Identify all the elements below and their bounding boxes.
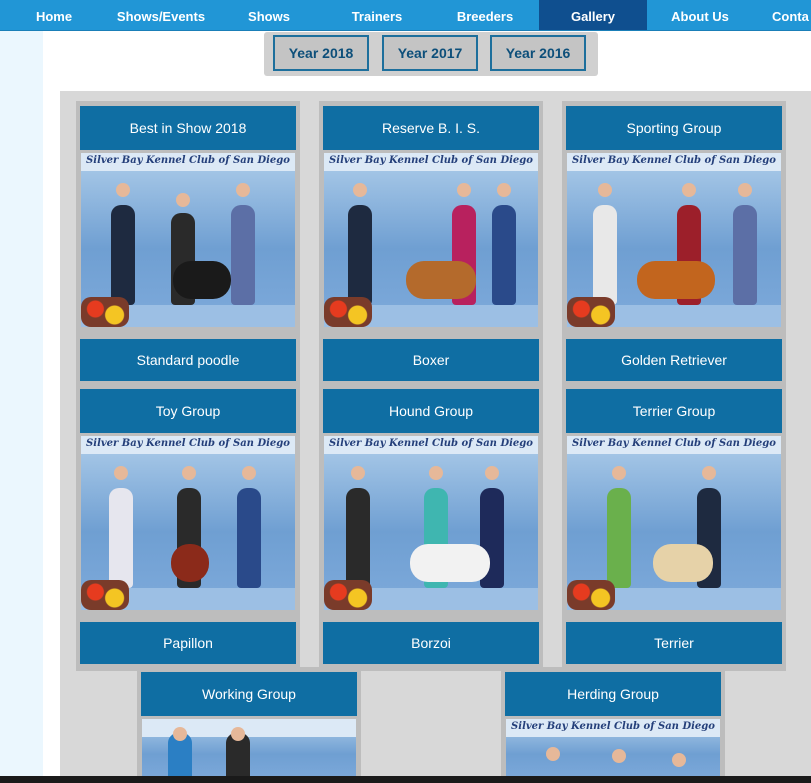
nav-trainers[interactable]: Trainers <box>336 0 418 30</box>
gallery-card[interactable]: Sporting Group Silver Bay Kennel Club of… <box>562 101 786 388</box>
person-figure <box>231 205 255 305</box>
person-head <box>546 747 560 761</box>
person-figure <box>237 488 261 588</box>
card-breed-label: Terrier <box>566 622 782 664</box>
banner-text: Silver Bay Kennel Club of San Diego <box>86 155 290 166</box>
person-head <box>485 466 499 480</box>
card-title: Toy Group <box>80 389 296 433</box>
year-2016-button[interactable]: Year 2016 <box>490 35 586 71</box>
bottom-edge-bar <box>0 776 811 783</box>
banner-text: Silver Bay Kennel Club of San Diego <box>329 438 533 449</box>
nav-breeders[interactable]: Breeders <box>444 0 526 30</box>
dog-figure <box>653 544 713 582</box>
person-head <box>353 183 367 197</box>
card-title: Sporting Group <box>566 106 782 150</box>
nav-about-us[interactable]: About Us <box>664 0 736 30</box>
person-head <box>173 727 187 741</box>
flower-arrangement <box>567 297 615 327</box>
nav-home[interactable]: Home <box>20 0 88 30</box>
person-figure <box>111 205 135 305</box>
award-photo[interactable]: Silver Bay Kennel Club of San Diego <box>324 436 538 610</box>
gallery-card[interactable]: Terrier Group Silver Bay Kennel Club of … <box>562 384 786 671</box>
card-title: Hound Group <box>323 389 539 433</box>
banner-text: Silver Bay Kennel Club of San Diego <box>329 155 533 166</box>
year-tab-bar: Year 2018 Year 2017 Year 2016 <box>264 32 598 76</box>
flower-arrangement <box>81 297 129 327</box>
person-head <box>116 183 130 197</box>
dog-figure <box>171 544 209 582</box>
person-head <box>497 183 511 197</box>
nav-gallery[interactable]: Gallery <box>539 0 647 30</box>
award-photo[interactable]: Silver Bay Kennel Club of San Diego <box>324 153 538 327</box>
top-nav: Home Shows/Events Shows Trainers Breeder… <box>0 0 811 31</box>
person-head <box>176 193 190 207</box>
flower-arrangement <box>324 580 372 610</box>
flower-arrangement <box>81 580 129 610</box>
gallery-card[interactable]: Toy Group Silver Bay Kennel Club of San … <box>76 384 300 671</box>
banner-text: Silver Bay Kennel Club of San Diego <box>572 438 776 449</box>
dog-figure <box>637 261 715 299</box>
award-photo[interactable]: Silver Bay Kennel Club of San Diego <box>506 719 720 783</box>
banner-text: Silver Bay Kennel Club of San Diego <box>511 721 715 732</box>
gallery-card[interactable]: Best in Show 2018 Silver Bay Kennel Club… <box>76 101 300 388</box>
person-head <box>702 466 716 480</box>
card-title: Reserve B. I. S. <box>323 106 539 150</box>
flower-arrangement <box>567 580 615 610</box>
award-photo[interactable]: Silver Bay Kennel Club of San Diego <box>81 153 295 327</box>
gallery-card[interactable]: Reserve B. I. S. Silver Bay Kennel Club … <box>319 101 543 388</box>
person-head <box>682 183 696 197</box>
person-head <box>236 183 250 197</box>
person-head <box>114 466 128 480</box>
award-photo[interactable]: Silver Bay Kennel Club of San Diego <box>567 436 781 610</box>
card-title: Working Group <box>141 672 357 716</box>
gallery-grid: Best in Show 2018 Silver Bay Kennel Club… <box>60 91 811 783</box>
left-sidebar-strip <box>0 31 43 783</box>
gallery-card[interactable]: Herding Group Silver Bay Kennel Club of … <box>501 667 725 783</box>
card-breed-label: Golden Retriever <box>566 339 782 381</box>
nav-shows-events[interactable]: Shows/Events <box>108 0 214 30</box>
person-figure <box>109 488 133 588</box>
person-head <box>351 466 365 480</box>
person-head <box>429 466 443 480</box>
person-head <box>231 727 245 741</box>
gallery-card[interactable]: Working Group <box>137 667 361 783</box>
person-head <box>598 183 612 197</box>
person-head <box>672 753 686 767</box>
person-head <box>612 466 626 480</box>
person-figure <box>348 205 372 305</box>
card-breed-label: Papillon <box>80 622 296 664</box>
dog-figure <box>410 544 490 582</box>
person-head <box>738 183 752 197</box>
award-photo[interactable] <box>142 719 356 783</box>
person-head <box>242 466 256 480</box>
card-title: Terrier Group <box>566 389 782 433</box>
person-head <box>612 749 626 763</box>
banner-text: Silver Bay Kennel Club of San Diego <box>86 438 290 449</box>
person-head <box>457 183 471 197</box>
card-title: Herding Group <box>505 672 721 716</box>
person-figure <box>346 488 370 588</box>
award-photo[interactable]: Silver Bay Kennel Club of San Diego <box>567 153 781 327</box>
dog-figure <box>406 261 476 299</box>
person-head <box>182 466 196 480</box>
card-breed-label: Boxer <box>323 339 539 381</box>
card-breed-label: Borzoi <box>323 622 539 664</box>
nav-shows[interactable]: Shows <box>232 0 306 30</box>
flower-arrangement <box>324 297 372 327</box>
gallery-card[interactable]: Hound Group Silver Bay Kennel Club of Sa… <box>319 384 543 671</box>
year-2018-button[interactable]: Year 2018 <box>273 35 369 71</box>
person-figure <box>607 488 631 588</box>
award-photo[interactable]: Silver Bay Kennel Club of San Diego <box>81 436 295 610</box>
person-figure <box>492 205 516 305</box>
dog-figure <box>173 261 231 299</box>
person-figure <box>593 205 617 305</box>
year-2017-button[interactable]: Year 2017 <box>382 35 478 71</box>
person-figure <box>733 205 757 305</box>
banner-text: Silver Bay Kennel Club of San Diego <box>572 155 776 166</box>
card-breed-label: Standard poodle <box>80 339 296 381</box>
card-title: Best in Show 2018 <box>80 106 296 150</box>
nav-contact[interactable]: Conta <box>772 0 811 30</box>
